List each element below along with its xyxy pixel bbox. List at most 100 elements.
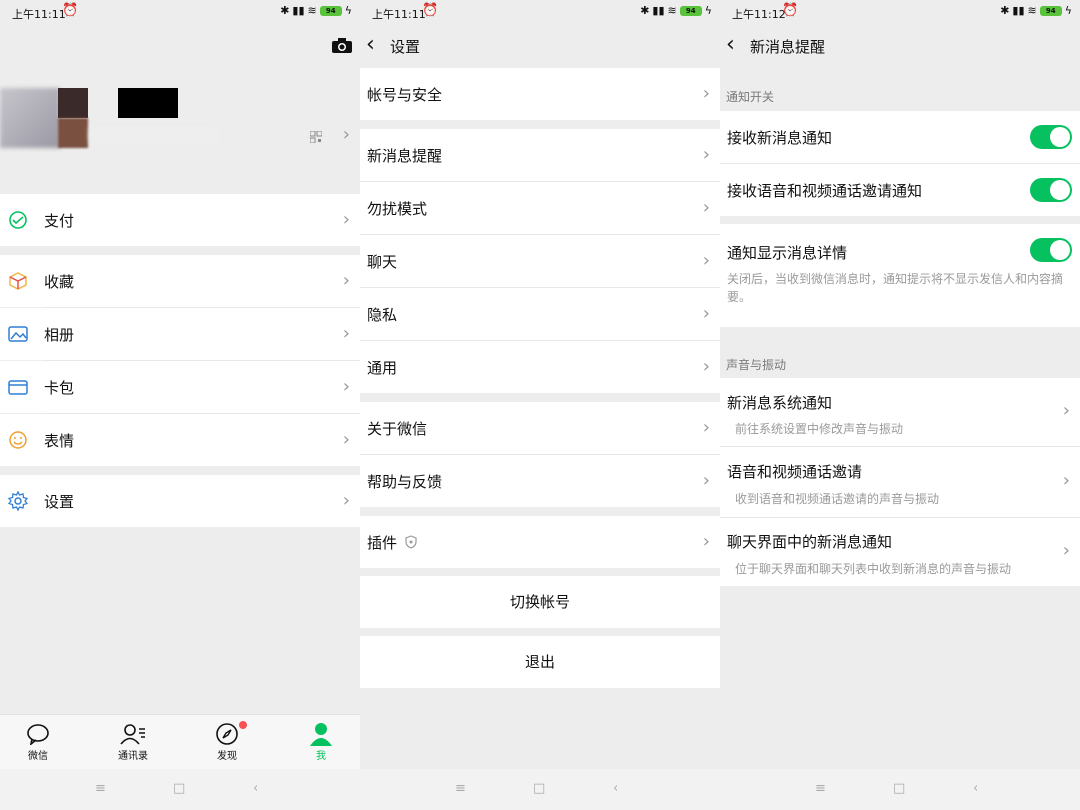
nav-bar: ‹ 设置	[360, 26, 720, 66]
menu-label: 设置	[44, 493, 75, 511]
item-label: 通用	[367, 359, 398, 377]
receive-new-toggle[interactable]	[1030, 125, 1072, 149]
back-arrow-icon[interactable]: ‹	[726, 32, 735, 57]
wifi-icon: ≋	[1027, 4, 1037, 17]
bluetooth-icon: ✱	[280, 4, 290, 17]
chevron-right-icon: ›	[702, 144, 710, 165]
section-title-sound: 声音与振动	[726, 358, 787, 372]
person-icon	[291, 721, 351, 747]
status-icons: ✱ ▮▮ ≋ 94 ϟ	[640, 4, 712, 17]
menu-item-album[interactable]: 相册 ›	[0, 308, 360, 360]
menu-item-pay[interactable]: 支付 ›	[0, 194, 360, 246]
row-chat-notify[interactable]: 聊天界面中的新消息通知 位于聊天界面和聊天列表中收到新消息的声音与振动 ›	[720, 518, 1080, 586]
settings-item-dnd[interactable]: 勿扰模式 ›	[360, 182, 720, 234]
contacts-icon	[103, 721, 163, 747]
chevron-right-icon: ›	[702, 531, 710, 552]
bluetooth-icon: ✱	[640, 4, 650, 17]
status-bar: 上午11:12 ⏰ ✱ ▮▮ ≋ 94 ϟ	[720, 0, 1080, 26]
logout-button[interactable]: 退出	[360, 636, 720, 688]
settings-item-help[interactable]: 帮助与反馈 ›	[360, 455, 720, 507]
settings-item-account[interactable]: 帐号与安全 ›	[360, 68, 720, 120]
item-label: 帮助与反馈	[367, 473, 443, 491]
avatar	[0, 88, 60, 148]
switch-account-button[interactable]: 切换帐号	[360, 576, 720, 628]
settings-item-privacy[interactable]: 隐私 ›	[360, 288, 720, 340]
camera-icon[interactable]	[332, 38, 352, 53]
tab-label: 通讯录	[118, 751, 148, 762]
menu-item-settings[interactable]: 设置 ›	[0, 475, 360, 527]
tab-contacts[interactable]: 通讯录	[103, 721, 163, 762]
chevron-right-icon: ›	[342, 270, 350, 291]
chat-bubble-icon	[8, 721, 68, 747]
tab-discover[interactable]: 发现	[197, 721, 257, 762]
item-label: 聊天界面中的新消息通知	[727, 533, 893, 551]
row-show-detail: 通知显示消息详情 关闭后，当收到微信消息时，通知提示将不显示发信人和内容摘要。	[720, 224, 1080, 327]
back-icon[interactable]: ‹	[253, 781, 258, 796]
show-detail-toggle[interactable]	[1030, 238, 1072, 262]
row-receive-call: 接收语音和视频通话邀请通知	[720, 164, 1080, 216]
battery-icon: 94	[1039, 5, 1062, 16]
row-call-invite[interactable]: 语音和视频通话邀请 收到语音和视频通话邀请的声音与振动 ›	[720, 447, 1080, 517]
menu-icon[interactable]: ≡	[815, 781, 826, 796]
settings-item-about[interactable]: 关于微信 ›	[360, 402, 720, 454]
alarm-icon: ⏰	[782, 3, 799, 18]
compass-icon	[197, 721, 257, 747]
profile-header[interactable]: ›	[0, 66, 360, 184]
card-icon	[8, 377, 28, 397]
me-screen: 上午11:11 ⏰ ✱ ▮▮ ≋ 94 ϟ › 支付 › 收藏 › 相册 › 卡…	[0, 0, 360, 810]
status-time: 上午11:11	[372, 8, 426, 21]
bluetooth-icon: ✱	[1000, 4, 1010, 17]
item-description: 前往系统设置中修改声音与振动	[735, 422, 904, 436]
tab-me[interactable]: 我	[291, 721, 351, 762]
settings-item-plugins[interactable]: 插件 ›	[360, 516, 720, 568]
item-label: 接收新消息通知	[727, 129, 833, 147]
settings-item-general[interactable]: 通用 ›	[360, 341, 720, 393]
wechat-id-blurred	[90, 128, 220, 142]
chevron-right-icon: ›	[342, 124, 350, 145]
wifi-icon: ≋	[307, 4, 317, 17]
tab-label: 发现	[217, 751, 237, 762]
battery-icon: 94	[679, 5, 702, 16]
status-icons: ✱ ▮▮ ≋ 94 ϟ	[280, 4, 352, 17]
chevron-right-icon: ›	[342, 429, 350, 450]
home-icon[interactable]: □	[173, 781, 185, 796]
smiley-icon	[8, 430, 28, 450]
item-description: 位于聊天界面和聊天列表中收到新消息的声音与振动	[735, 562, 1012, 576]
status-icons: ✱ ▮▮ ≋ 94 ϟ	[1000, 4, 1072, 17]
receive-call-toggle[interactable]	[1030, 178, 1072, 202]
item-label: 帐号与安全	[367, 86, 443, 104]
item-label: 语音和视频通话邀请	[727, 463, 863, 481]
back-icon[interactable]: ‹	[613, 781, 618, 796]
nav-bar: ‹ 新消息提醒	[720, 26, 1080, 66]
home-icon[interactable]: □	[893, 781, 905, 796]
item-label: 新消息系统通知	[727, 394, 833, 412]
settings-item-new-message[interactable]: 新消息提醒 ›	[360, 129, 720, 181]
cube-icon	[8, 271, 28, 291]
item-label: 关于微信	[367, 420, 428, 438]
avatar-redaction-2	[58, 118, 88, 148]
tab-chats[interactable]: 微信	[8, 721, 68, 762]
back-arrow-icon[interactable]: ‹	[366, 32, 375, 57]
menu-item-favorites[interactable]: 收藏 ›	[0, 255, 360, 307]
row-sys-notify[interactable]: 新消息系统通知 前往系统设置中修改声音与振动 ›	[720, 378, 1080, 446]
menu-label: 相册	[44, 326, 75, 344]
item-label: 新消息提醒	[367, 147, 443, 165]
alarm-icon: ⏰	[62, 3, 79, 18]
name-redaction	[118, 88, 178, 118]
chevron-right-icon: ›	[702, 83, 710, 104]
gear-icon	[7, 490, 29, 512]
menu-item-cards[interactable]: 卡包 ›	[0, 361, 360, 413]
settings-item-chat[interactable]: 聊天 ›	[360, 235, 720, 287]
menu-item-stickers[interactable]: 表情 ›	[0, 414, 360, 466]
back-icon[interactable]: ‹	[973, 781, 978, 796]
chevron-right-icon: ›	[1062, 540, 1070, 561]
menu-icon[interactable]: ≡	[95, 781, 106, 796]
menu-label: 卡包	[44, 379, 75, 397]
signal-icon: ▮▮	[292, 4, 305, 17]
item-label: 接收语音和视频通话邀请通知	[727, 182, 923, 200]
row-receive-new: 接收新消息通知	[720, 111, 1080, 163]
item-label: 聊天	[367, 253, 398, 271]
home-icon[interactable]: □	[533, 781, 545, 796]
qrcode-icon[interactable]	[309, 128, 323, 144]
menu-icon[interactable]: ≡	[455, 781, 466, 796]
